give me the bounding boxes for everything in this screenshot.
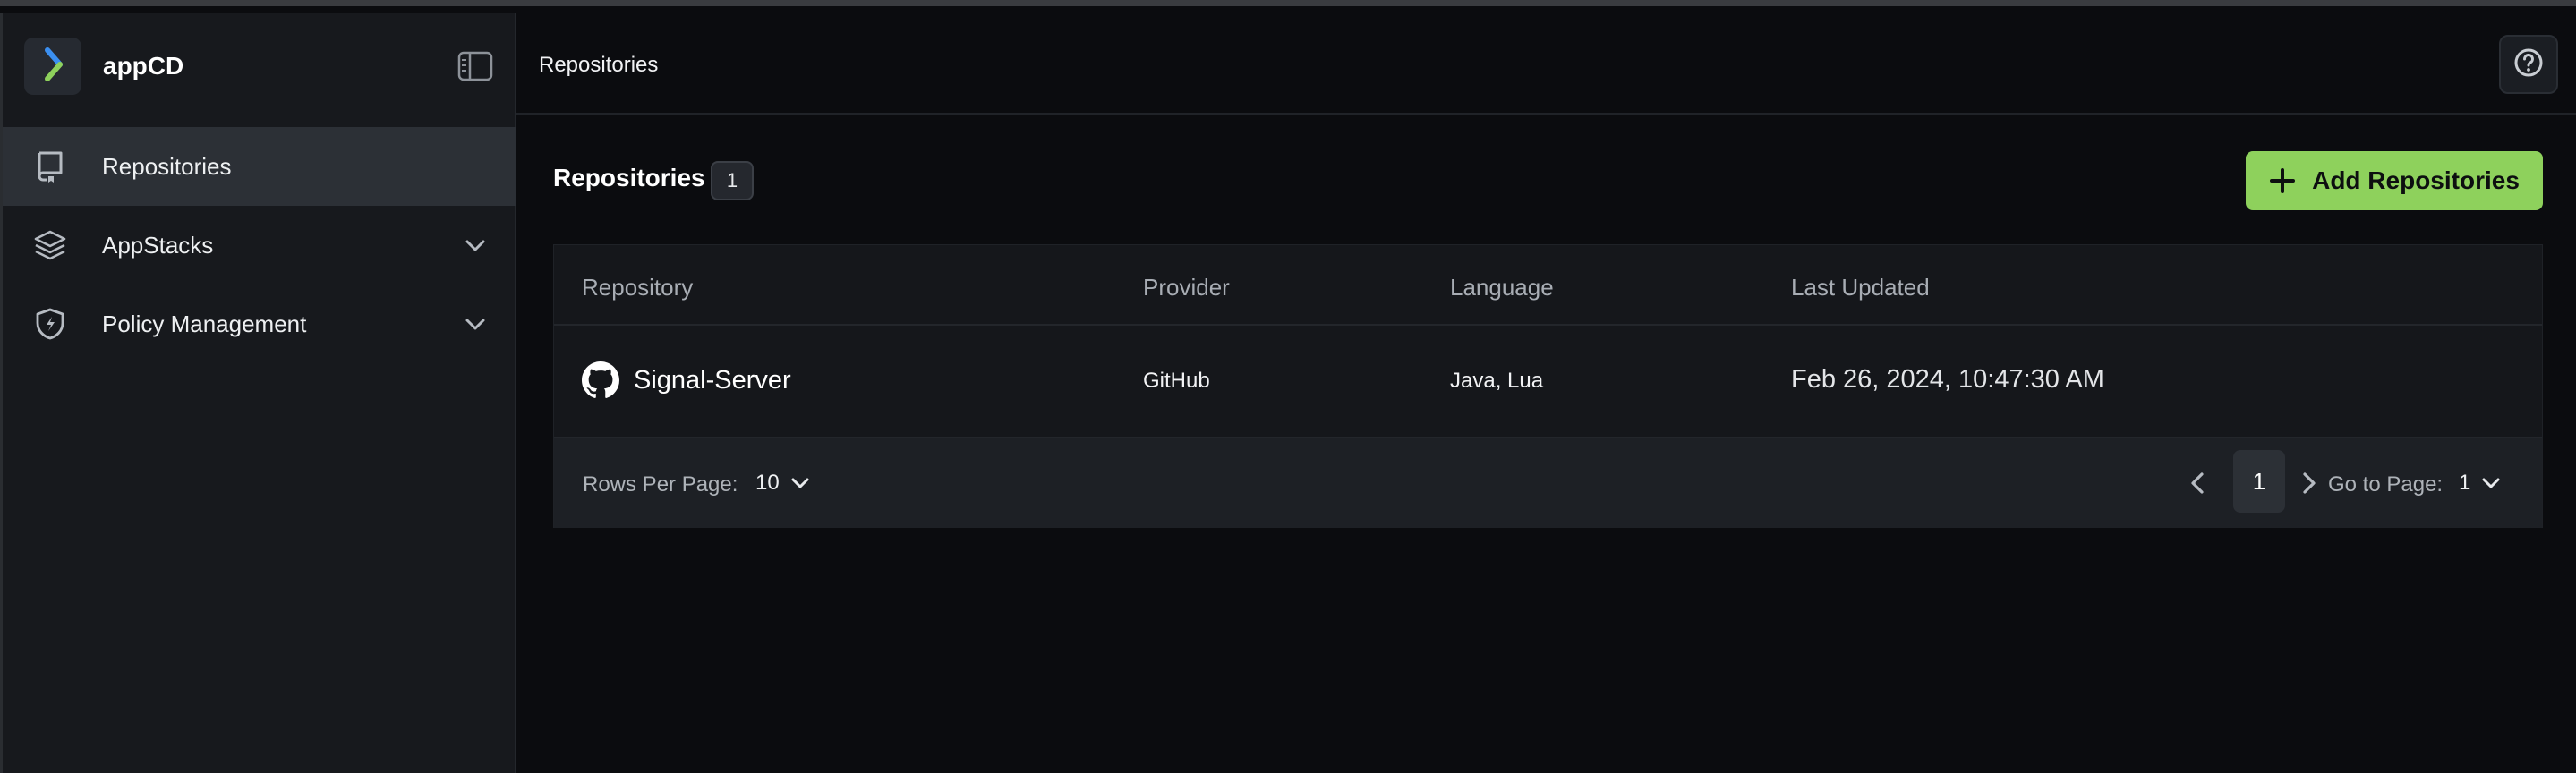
rows-per-page-select[interactable]: 10 <box>755 471 812 496</box>
help-icon <box>2512 47 2545 83</box>
shield-icon <box>33 307 67 341</box>
last-updated-cell: Feb 26, 2024, 10:47:30 AM <box>1791 365 2104 394</box>
column-header-language[interactable]: Language <box>1450 274 1554 302</box>
table-pagination: Rows Per Page: 10 1 Go to Page: 1 <box>554 438 2542 528</box>
sidebar-toggle-icon[interactable] <box>457 50 493 82</box>
repository-name[interactable]: Signal-Server <box>634 366 791 395</box>
sidebar-item-repositories[interactable]: Repositories <box>3 127 516 206</box>
brand[interactable]: appCD <box>24 35 183 98</box>
table-row[interactable]: Signal-Server GitHub Java, Lua Feb 26, 2… <box>554 326 2542 438</box>
help-button[interactable] <box>2499 35 2558 94</box>
column-header-provider[interactable]: Provider <box>1143 274 1230 302</box>
chevron-down-icon <box>789 471 812 495</box>
sidebar-item-appstacks[interactable]: AppStacks <box>3 206 516 285</box>
github-icon <box>582 361 619 399</box>
sidebar-item-policy-management[interactable]: Policy Management <box>3 285 516 363</box>
current-page-button[interactable]: 1 <box>2233 450 2285 513</box>
add-repositories-button[interactable]: Add Repositories <box>2246 151 2543 210</box>
main-content: Repositories Repositories 1 Add Reposito… <box>516 13 2576 773</box>
rows-per-page-value: 10 <box>755 471 780 495</box>
repository-icon <box>33 149 67 183</box>
breadcrumb[interactable]: Repositories <box>539 53 658 78</box>
next-page-icon[interactable] <box>2294 469 2323 497</box>
go-to-page-value: 1 <box>2459 471 2471 495</box>
sidebar-item-label: AppStacks <box>102 231 214 259</box>
previous-page-icon[interactable] <box>2184 469 2213 497</box>
sidebar-item-label: Policy Management <box>102 310 307 337</box>
page-title: Repositories <box>553 164 705 191</box>
chevron-down-icon[interactable] <box>462 310 489 337</box>
top-bar: Repositories <box>516 13 2576 115</box>
sidebar: appCD Repositories AppStacks Policy Mana… <box>0 13 516 773</box>
language-cell: Java, Lua <box>1450 369 1544 393</box>
chevron-down-icon[interactable] <box>462 232 489 259</box>
rows-per-page-label: Rows Per Page: <box>583 472 738 497</box>
column-header-last-updated[interactable]: Last Updated <box>1791 274 1930 302</box>
appcd-logo <box>24 38 81 95</box>
app-window: appCD Repositories AppStacks Policy Mana… <box>0 0 2576 773</box>
go-to-page-label: Go to Page: <box>2328 472 2444 497</box>
app-name: appCD <box>103 52 184 80</box>
repository-cell[interactable]: Signal-Server <box>582 361 791 399</box>
chevron-down-icon <box>2479 471 2503 495</box>
table-header: Repository Provider Language Last Update… <box>554 245 2542 326</box>
add-repositories-label: Add Repositories <box>2312 166 2520 194</box>
repositories-table: Repository Provider Language Last Update… <box>553 244 2543 528</box>
count-badge: 1 <box>711 161 754 200</box>
column-header-repository[interactable]: Repository <box>582 274 693 302</box>
plus-icon <box>2269 167 2296 194</box>
sidebar-item-label: Repositories <box>102 152 232 180</box>
go-to-page-select[interactable]: 1 <box>2459 471 2503 496</box>
sidebar-nav: Repositories AppStacks Policy Management <box>3 127 516 363</box>
provider-cell: GitHub <box>1143 369 1210 393</box>
layers-icon <box>33 228 67 262</box>
